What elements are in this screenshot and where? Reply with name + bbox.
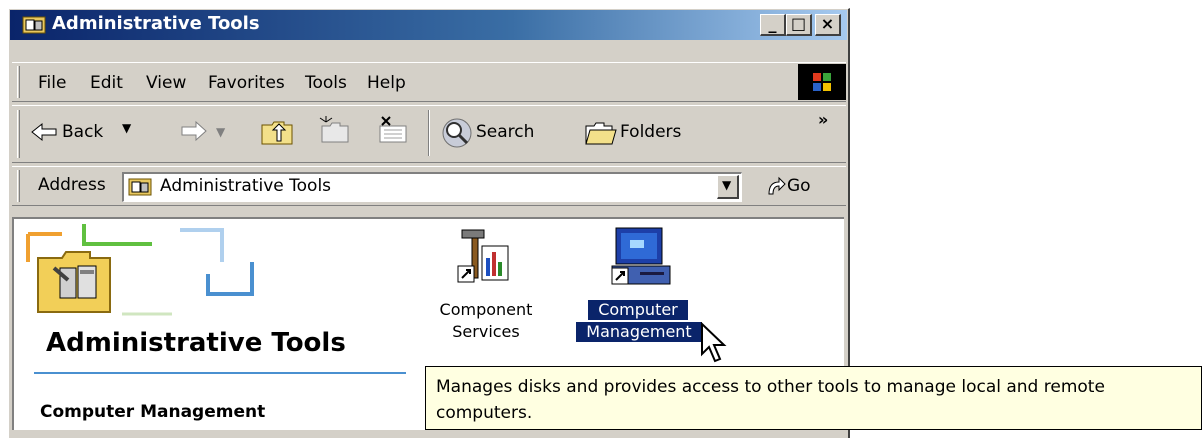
back-label: Back xyxy=(62,122,104,142)
search-label: Search xyxy=(476,122,535,142)
tooltip: Manages disks and provides access to oth… xyxy=(425,366,1202,430)
window-title: Administrative Tools xyxy=(52,13,260,34)
header-divider xyxy=(34,372,406,374)
computer-management-item[interactable]: Computer Management xyxy=(572,224,706,352)
svg-text:▼: ▼ xyxy=(216,125,226,139)
minimize-button[interactable]: _ xyxy=(760,14,786,36)
chevron-down-icon: ▼ xyxy=(722,178,732,192)
menu-view[interactable]: View xyxy=(146,73,186,93)
menu-grip[interactable] xyxy=(17,66,20,98)
admin-tools-folder-icon xyxy=(34,248,114,321)
menu-help[interactable]: Help xyxy=(367,73,406,93)
go-arrow-icon xyxy=(768,176,786,195)
component-services-label-line2: Services xyxy=(452,322,520,341)
menu-edit[interactable]: Edit xyxy=(90,73,123,93)
move-to-icon[interactable] xyxy=(316,114,350,151)
windows-logo xyxy=(798,64,846,100)
menu-file[interactable]: File xyxy=(38,73,66,93)
computer-management-label-line1: Computer xyxy=(588,300,688,320)
back-arrow-icon xyxy=(31,122,57,142)
up-folder-icon[interactable] xyxy=(260,117,294,152)
search-button[interactable]: Search xyxy=(440,116,558,150)
menu-favorites[interactable]: Favorites xyxy=(208,73,285,93)
toolbar-separator xyxy=(428,110,430,156)
folder-tools-icon xyxy=(22,14,46,39)
menu-bar xyxy=(12,62,846,102)
search-icon xyxy=(442,118,472,148)
folder-header-title: Administrative Tools xyxy=(46,328,346,358)
back-button[interactable]: Back ▼ xyxy=(30,117,150,147)
close-button[interactable]: × xyxy=(815,14,841,36)
selected-item-heading: Computer Management xyxy=(40,402,266,422)
component-services-item[interactable]: Component Services xyxy=(430,224,542,352)
computer-management-label-line2: Management xyxy=(575,321,703,343)
folders-label: Folders xyxy=(620,122,682,142)
folders-icon xyxy=(585,122,617,145)
go-label: Go xyxy=(787,176,811,196)
address-label: Address xyxy=(38,175,106,195)
address-grip[interactable] xyxy=(17,170,20,202)
delete-icon[interactable] xyxy=(374,114,408,151)
address-folder-icon xyxy=(128,176,152,201)
go-button[interactable]: Go xyxy=(765,172,835,202)
toolbar-grip[interactable] xyxy=(17,110,20,158)
address-value: Administrative Tools xyxy=(160,176,332,196)
toolbar-overflow-chevron[interactable]: » xyxy=(818,110,828,129)
menu-tools[interactable]: Tools xyxy=(305,73,347,93)
computer-management-icon xyxy=(611,227,671,285)
tooltip-text: Manages disks and provides access to oth… xyxy=(436,377,1105,423)
maximize-button[interactable]: □ xyxy=(786,14,812,36)
component-services-label-line1: Component xyxy=(439,300,533,319)
folders-button[interactable]: Folders xyxy=(584,116,704,150)
mouse-cursor xyxy=(700,321,732,371)
back-dropdown-icon[interactable]: ▼ xyxy=(122,121,131,135)
address-dropdown-button[interactable]: ▼ xyxy=(717,175,739,199)
forward-button[interactable]: ▼ xyxy=(180,118,228,149)
forward-arrow-icon xyxy=(181,120,207,142)
component-services-icon xyxy=(457,229,509,283)
